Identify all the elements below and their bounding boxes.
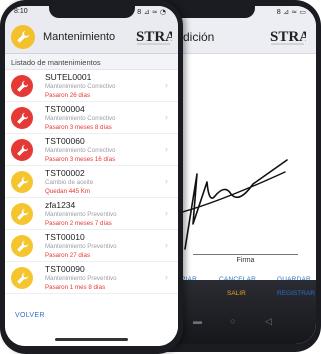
list-item[interactable]: zfa1234 Mantenimiento Preventivo Pasaron 2…: [5, 198, 178, 230]
wrench-icon: [11, 235, 33, 257]
item-status: Pasaron 2 meses 7 días: [45, 219, 112, 227]
footer: VOLVER: [5, 302, 178, 346]
item-code: TST00002: [45, 168, 85, 178]
app-header: Mantenimiento STRA: [5, 20, 178, 54]
chevron-right-icon: ›: [165, 80, 168, 90]
back-button[interactable]: VOLVER: [15, 312, 45, 319]
nav-menu-icon[interactable]: ▬: [193, 316, 202, 326]
item-status: Pasaron 3 meses 8 días: [45, 123, 112, 131]
list-screen: 8:10 8 ⊿ ≈ ◔ Mantenimiento STRA Listado …: [5, 6, 178, 346]
item-type: Mantenimiento Correctivo: [45, 82, 116, 90]
list-item[interactable]: TST00010 Mantenimiento Preventivo Pasaron …: [5, 230, 178, 262]
wrench-icon: [11, 107, 33, 129]
status-time: 8:10: [14, 8, 28, 15]
item-status: Pasaron 1 mes 8 días: [45, 283, 106, 291]
page-title: Mantenimiento: [43, 31, 116, 43]
item-type: Mantenimiento Correctivo: [45, 146, 116, 154]
item-type: Cambio de aceite: [45, 178, 94, 186]
logo-text: STRA: [270, 29, 306, 45]
section-title: Listado de mantenimientos: [5, 54, 178, 70]
item-code: TST00090: [45, 264, 85, 274]
chevron-right-icon: ›: [165, 144, 168, 154]
item-type: Mantenimiento Preventivo: [45, 210, 117, 218]
logo-text: STRA: [136, 29, 172, 45]
chevron-right-icon: ›: [165, 240, 168, 250]
item-code: TST00004: [45, 104, 85, 114]
wrench-icon: [11, 267, 33, 289]
wrench-icon: [11, 25, 35, 49]
list-item[interactable]: SUTEL0001 Mantenimiento Correctivo Pasaron…: [5, 70, 178, 102]
item-type: Mantenimiento Preventivo: [45, 274, 117, 282]
chevron-right-icon: ›: [165, 112, 168, 122]
item-code: TST00010: [45, 232, 85, 242]
item-type: Mantenimiento Correctivo: [45, 114, 116, 122]
page-title: dición: [183, 30, 215, 44]
list-phone: 8:10 8 ⊿ ≈ ◔ Mantenimiento STRA Listado …: [0, 0, 183, 354]
phone-notch: [49, 6, 135, 18]
wrench-icon: [11, 171, 33, 193]
nav-home-icon[interactable]: ○: [230, 316, 235, 326]
item-code: SUTEL0001: [45, 72, 92, 82]
wrench-icon: [11, 75, 33, 97]
stra-logo: STRA: [270, 29, 306, 45]
list-item[interactable]: TST00002 Cambio de aceite Quedan 445 Km ›: [5, 166, 178, 198]
item-status: Pasaron 3 meses 16 días: [45, 155, 116, 163]
item-code: zfa1234: [45, 200, 76, 210]
exit-button[interactable]: SALIR: [227, 290, 246, 297]
list-item[interactable]: TST00060 Mantenimiento Correctivo Pasaron …: [5, 134, 178, 166]
register-button[interactable]: REGISTRAR: [277, 290, 315, 297]
stra-logo: STRA: [136, 29, 172, 45]
list-item[interactable]: TST00090 Mantenimiento Preventivo Pasaron …: [5, 262, 178, 294]
item-status: Pasaron 27 días: [45, 251, 91, 259]
status-bar: 8:10 8 ⊿ ≈ ◔: [5, 6, 178, 20]
wrench-icon: [11, 203, 33, 225]
list-item[interactable]: TST00004 Mantenimiento Correctivo Pasaron …: [5, 102, 178, 134]
status-icons: 8 ⊿ ≈ ▭: [276, 8, 306, 16]
chevron-right-icon: ›: [165, 272, 168, 282]
chevron-right-icon: ›: [165, 176, 168, 186]
item-type: Mantenimiento Preventivo: [45, 242, 117, 250]
item-code: TST00060: [45, 136, 85, 146]
item-status: Pasaron 26 días: [45, 91, 91, 99]
item-status: Quedan 445 Km: [45, 187, 91, 195]
signature-line: [193, 254, 298, 255]
status-icons: 8 ⊿ ≈ ◔: [137, 8, 166, 16]
chevron-right-icon: ›: [165, 208, 168, 218]
wrench-icon: [11, 139, 33, 161]
signature-label: Firma: [236, 257, 255, 264]
nav-back-icon[interactable]: ◁: [265, 316, 272, 327]
home-indicator[interactable]: [55, 338, 128, 341]
maintenance-list: SUTEL0001 Mantenimiento Correctivo Pasaron…: [5, 70, 178, 294]
